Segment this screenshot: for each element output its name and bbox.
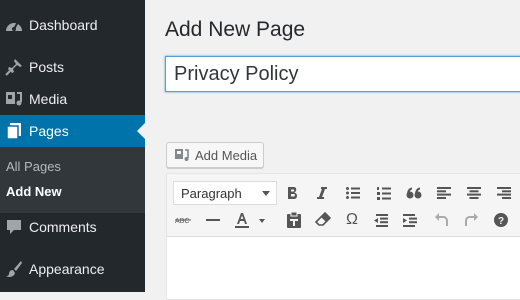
horizontal-line-icon [206, 218, 220, 222]
sidebar-item-dashboard[interactable]: Dashboard [0, 9, 145, 41]
pages-icon [4, 121, 24, 141]
bold-icon [287, 186, 299, 200]
submenu-item-add-new[interactable]: Add New [6, 184, 62, 199]
editor-toolbar: Paragraph ABC Ω ? [167, 174, 520, 237]
align-left-icon [437, 187, 451, 199]
sidebar-item-label: Dashboard [29, 17, 98, 33]
align-right-button[interactable] [491, 181, 517, 205]
sidebar-item-pages[interactable]: Pages [0, 115, 145, 147]
sidebar-item-posts[interactable]: Posts [0, 51, 145, 83]
media-icon [4, 89, 24, 109]
sidebar-item-appearance[interactable]: Appearance [0, 253, 145, 285]
clear-formatting-button[interactable] [310, 208, 336, 232]
italic-icon [316, 186, 328, 200]
strikethrough-button[interactable]: ABC [171, 208, 197, 232]
bold-button[interactable] [280, 181, 306, 205]
title-input[interactable] [165, 56, 520, 92]
brush-icon [4, 259, 24, 279]
sidebar-item-label: Comments [29, 219, 97, 235]
indent-icon [403, 213, 417, 227]
text-color-button[interactable] [230, 208, 268, 232]
comment-icon [4, 217, 24, 237]
horizontal-line-button[interactable] [200, 208, 226, 232]
text-color-icon [232, 211, 266, 229]
numbered-list-button[interactable] [371, 181, 397, 205]
admin-sidebar: Dashboard Posts Media Pages All Pages Ad… [0, 0, 145, 292]
strikethrough-icon: ABC [175, 215, 193, 225]
numbered-list-icon [377, 186, 391, 200]
format-select-value: Paragraph [181, 185, 242, 201]
dashboard-icon [4, 15, 24, 35]
add-media-icon [173, 146, 191, 164]
submenu-item-all-pages[interactable]: All Pages [6, 159, 61, 174]
align-center-button[interactable] [461, 181, 487, 205]
page-title: Add New Page [165, 18, 306, 41]
undo-icon [435, 213, 449, 227]
align-center-icon [467, 187, 481, 199]
sidebar-item-label: Appearance [29, 261, 105, 277]
format-select[interactable]: Paragraph [173, 181, 277, 205]
align-left-button[interactable] [431, 181, 457, 205]
clear-formatting-icon [315, 212, 331, 228]
paste-text-button[interactable] [281, 208, 307, 232]
outdent-button[interactable] [368, 208, 394, 232]
svg-text:ABC: ABC [175, 218, 189, 225]
content-editor: Paragraph ABC Ω ? [166, 173, 520, 300]
special-character-button[interactable]: Ω [339, 208, 365, 232]
sidebar-item-label: Media [29, 91, 68, 107]
blockquote-button[interactable] [401, 181, 427, 205]
sidebar-item-comments[interactable]: Comments [0, 211, 145, 243]
help-button[interactable]: ? [488, 208, 514, 232]
active-menu-arrow [137, 123, 145, 139]
chevron-down-icon [262, 191, 270, 196]
blockquote-icon [406, 187, 422, 199]
pages-submenu: All Pages Add New [0, 147, 145, 213]
align-right-icon [497, 187, 511, 199]
svg-text:?: ? [498, 216, 504, 227]
italic-button[interactable] [309, 181, 335, 205]
bullet-list-button[interactable] [340, 181, 366, 205]
redo-icon [464, 213, 478, 227]
bullet-list-icon [346, 187, 360, 199]
undo-button[interactable] [429, 208, 455, 232]
redo-button[interactable] [458, 208, 484, 232]
sidebar-item-label: Pages [29, 123, 69, 139]
special-character-icon: Ω [346, 211, 358, 228]
sidebar-item-media[interactable]: Media [0, 83, 145, 115]
paste-text-icon [287, 212, 301, 228]
editor-content-area[interactable] [167, 237, 520, 299]
indent-button[interactable] [397, 208, 423, 232]
sidebar-item-label: Posts [29, 59, 65, 75]
help-icon: ? [494, 213, 508, 227]
pin-icon [4, 57, 24, 77]
outdent-icon [374, 213, 388, 227]
add-media-label: Add Media [195, 147, 258, 163]
add-media-button[interactable]: Add Media [166, 142, 264, 168]
